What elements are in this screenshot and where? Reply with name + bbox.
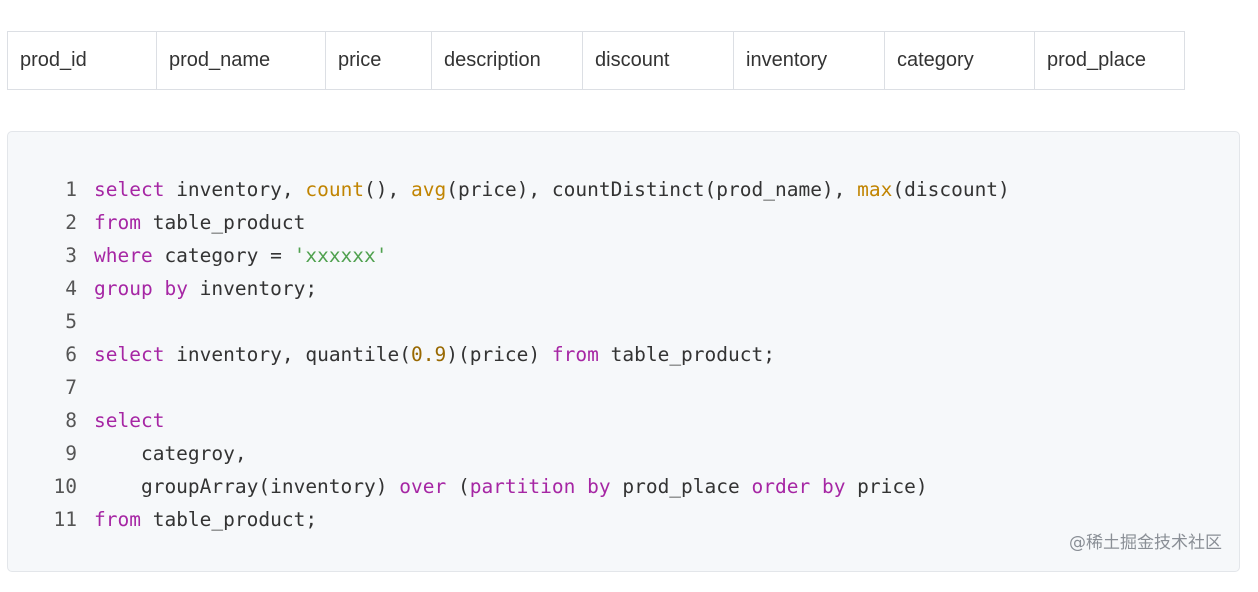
- code-token: table_product;: [598, 343, 775, 366]
- line-number: 5: [65, 310, 77, 333]
- code-token: (price), countDistinct(prod_name),: [446, 178, 858, 201]
- line-number: 7: [65, 376, 77, 399]
- line-number: 3: [65, 244, 77, 267]
- code-token: by: [821, 475, 846, 498]
- code-token: max: [857, 178, 893, 201]
- code-token: 0.9: [411, 343, 447, 366]
- code-token: over: [399, 475, 447, 498]
- watermark-text: @稀土掘金技术社区: [1069, 533, 1222, 553]
- code-token: select: [94, 178, 165, 201]
- code-token: from: [94, 508, 141, 531]
- code-line: 11 from table_product;: [8, 503, 1239, 536]
- code-line: 2 from table_product: [8, 206, 1239, 239]
- code-line: 7: [8, 371, 1239, 404]
- code-line: 4 group by inventory;: [8, 272, 1239, 305]
- code-token: count: [305, 178, 365, 201]
- code-token: select: [94, 343, 165, 366]
- code-line: 6 select inventory, quantile(0.9)(price) …: [8, 338, 1239, 371]
- code-token: category =: [152, 244, 294, 267]
- code-token: (discount): [892, 178, 1010, 201]
- code-lines: 1 select inventory, count(), avg(price), …: [8, 173, 1239, 536]
- code-token: prod_place: [610, 475, 752, 498]
- code-token: categroy,: [94, 442, 247, 465]
- code-token: select: [94, 409, 165, 432]
- code-token: by: [164, 277, 188, 300]
- code-token: (),: [364, 178, 412, 201]
- line-number: 2: [65, 211, 77, 234]
- code-token: where: [94, 244, 153, 267]
- line-number: 11: [53, 508, 77, 531]
- line-number: 1: [65, 178, 77, 201]
- code-line: 10 groupArray(inventory) over (partition…: [8, 470, 1239, 503]
- code-line: 9 categroy,: [8, 437, 1239, 470]
- table-header-cell: description: [431, 31, 583, 90]
- code-line: 3 where category = 'xxxxxx': [8, 239, 1239, 272]
- table-header-cell: prod_name: [156, 31, 326, 90]
- code-token: table_product;: [140, 508, 318, 531]
- code-line: 5: [8, 305, 1239, 338]
- code-token: inventory;: [187, 277, 318, 300]
- line-number: 10: [53, 475, 77, 498]
- code-token: order: [751, 475, 811, 498]
- code-token: from: [551, 343, 599, 366]
- table-header-cell: prod_place: [1034, 31, 1185, 90]
- line-number: 6: [65, 343, 77, 366]
- code-block: 1 select inventory, count(), avg(price), …: [7, 131, 1240, 572]
- code-line: 1 select inventory, count(), avg(price), …: [8, 173, 1239, 206]
- code-token: inventory,: [164, 178, 306, 201]
- code-token: )(price): [446, 343, 552, 366]
- code-token: table_product: [140, 211, 306, 234]
- code-line: 8 select: [8, 404, 1239, 437]
- code-token: 'xxxxxx': [293, 244, 388, 267]
- columns-table: prod_id prod_name price description disc…: [7, 31, 1185, 90]
- line-number: 4: [65, 277, 77, 300]
- table-header-cell: category: [884, 31, 1035, 90]
- code-token: price): [845, 475, 928, 498]
- code-token: (: [446, 475, 470, 498]
- table-header-cell: prod_id: [7, 31, 157, 90]
- line-number: 8: [65, 409, 77, 432]
- code-token: from: [94, 211, 141, 234]
- table-header-cell: price: [325, 31, 432, 90]
- line-number: 9: [65, 442, 77, 465]
- table-header-cell: discount: [582, 31, 734, 90]
- code-token: groupArray(inventory): [94, 475, 400, 498]
- code-token: avg: [411, 178, 447, 201]
- code-token: inventory, quantile(: [164, 343, 411, 366]
- code-token: group: [94, 277, 153, 300]
- code-token: partition: [469, 475, 576, 498]
- table-header-cell: inventory: [733, 31, 885, 90]
- table-header-row: prod_id prod_name price description disc…: [7, 31, 1185, 90]
- code-token: by: [587, 475, 611, 498]
